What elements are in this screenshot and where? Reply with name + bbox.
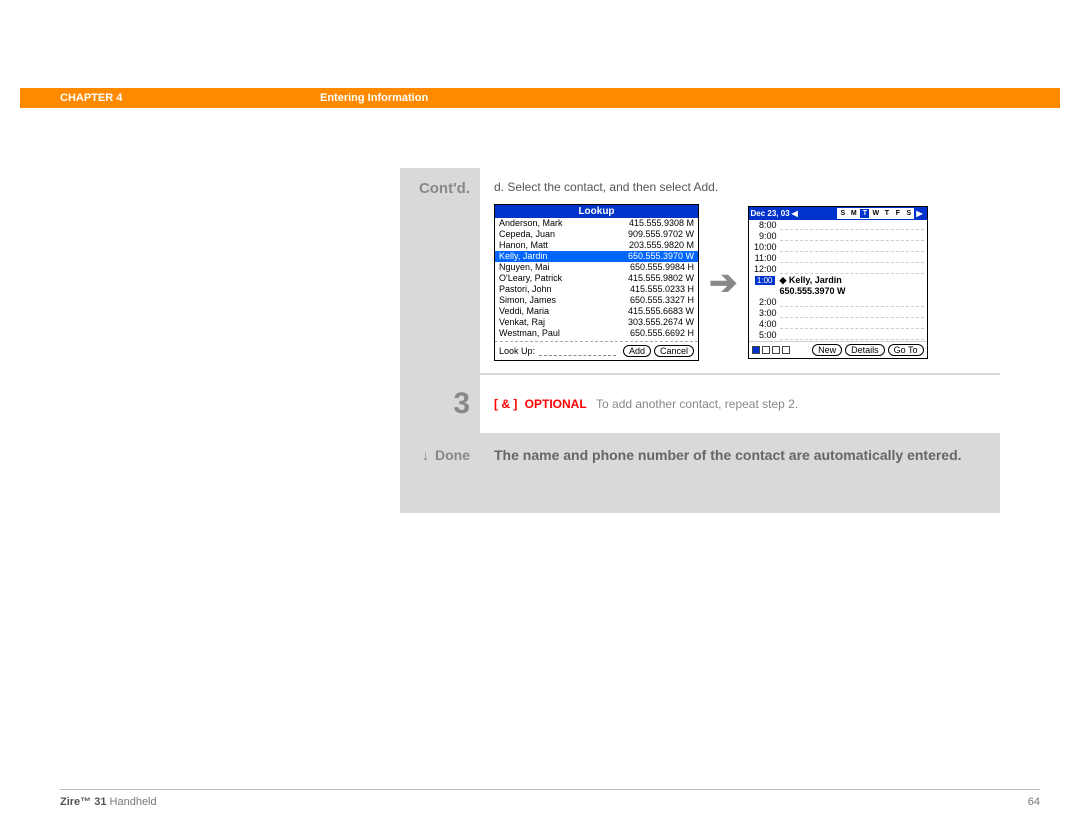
day-cell[interactable]: T: [859, 208, 870, 219]
chapter-label: CHAPTER 4: [60, 92, 320, 104]
done-arrow-icon: ↓: [422, 447, 429, 463]
lookup-input[interactable]: [539, 347, 616, 356]
page-number: 64: [1028, 796, 1040, 808]
calendar-time-row[interactable]: 5:00: [749, 330, 927, 341]
contact-list: Anderson, Mark415.555.9308 MCepeda, Juan…: [495, 218, 698, 339]
step-3-row: 3 [ & ] OPTIONAL To add another contact,…: [400, 375, 1000, 435]
step-3-text: To add another contact, repeat step 2.: [596, 397, 798, 411]
contact-row[interactable]: Pastori, John415.555.0233 H: [495, 284, 698, 295]
optional-label: OPTIONAL: [525, 397, 587, 411]
step-3-body: [ & ] OPTIONAL To add another contact, r…: [480, 375, 1000, 433]
content-panel: Cont'd. d. Select the contact, and then …: [400, 168, 1000, 513]
done-body: The name and phone number of the contact…: [480, 435, 1000, 513]
done-text: The name and phone number of the contact…: [494, 447, 962, 463]
add-button[interactable]: Add: [623, 345, 651, 357]
view-day-icon[interactable]: [752, 346, 760, 354]
calendar-time-row[interactable]: 11:00: [749, 253, 927, 264]
day-cell[interactable]: W: [870, 208, 881, 219]
contd-instruction: d. Select the contact, and then select A…: [494, 180, 986, 194]
calendar-header: Dec 23, 03 ◀ SMTWTFS ▶: [749, 207, 927, 220]
product-name-rest: Handheld: [106, 796, 156, 808]
done-label: Done: [435, 447, 470, 463]
contact-row[interactable]: Venkat, Raj303.555.2674 W: [495, 317, 698, 328]
new-button[interactable]: New: [812, 344, 842, 356]
optional-bracket: [ & ]: [494, 397, 517, 411]
contact-row[interactable]: Kelly, Jardin650.555.3970 W: [495, 251, 698, 262]
contd-body: d. Select the contact, and then select A…: [480, 168, 1000, 373]
calendar-time-row[interactable]: 3:00: [749, 308, 927, 319]
product-name: Zire™ 31 Handheld: [60, 796, 157, 808]
done-row: ↓ Done The name and phone number of the …: [400, 435, 1000, 513]
calendar-date: Dec 23, 03: [751, 209, 790, 218]
day-picker[interactable]: SMTWTFS: [837, 208, 914, 219]
calendar-time-row[interactable]: 12:00: [749, 264, 927, 275]
day-cell[interactable]: S: [837, 208, 848, 219]
contd-label: Cont'd.: [400, 168, 480, 373]
calendar-time-row[interactable]: 1:00◆ Kelly, Jardin: [749, 275, 927, 286]
day-cell[interactable]: F: [892, 208, 903, 219]
day-cell[interactable]: M: [848, 208, 859, 219]
product-name-bold: Zire™ 31: [60, 796, 106, 808]
lookup-screen: Lookup Anderson, Mark415.555.9308 MCeped…: [494, 204, 699, 361]
calendar-screen: Dec 23, 03 ◀ SMTWTFS ▶ 8:009:0010:0011:0…: [748, 206, 928, 359]
view-month-icon[interactable]: [772, 346, 780, 354]
contact-row[interactable]: Simon, James650.555.3327 H: [495, 295, 698, 306]
details-button[interactable]: Details: [845, 344, 885, 356]
contact-row[interactable]: Nguyen, Mai650.555.9984 H: [495, 262, 698, 273]
section-title: Entering Information: [320, 92, 428, 104]
arrow-right-icon: ➔: [709, 263, 738, 303]
page-footer: Zire™ 31 Handheld 64: [60, 789, 1040, 808]
contact-row[interactable]: Anderson, Mark415.555.9308 M: [495, 218, 698, 229]
lookup-footer: Look Up: Add Cancel: [495, 341, 698, 360]
contact-row[interactable]: Cepeda, Juan909.555.9702 W: [495, 229, 698, 240]
view-week-icon[interactable]: [762, 346, 770, 354]
next-week-icon[interactable]: ▶: [914, 209, 924, 218]
contact-row[interactable]: Westman, Paul650.555.6692 H: [495, 328, 698, 339]
calendar-time-row[interactable]: 9:00: [749, 231, 927, 242]
calendar-time-row[interactable]: 4:00: [749, 319, 927, 330]
step-contd-row: Cont'd. d. Select the contact, and then …: [400, 168, 1000, 375]
calendar-footer: New Details Go To: [749, 341, 927, 358]
contact-row[interactable]: O'Leary, Patrick415.555.9802 W: [495, 273, 698, 284]
step-number: 3: [400, 375, 480, 433]
cancel-button[interactable]: Cancel: [654, 345, 694, 357]
calendar-event-detail: 650.555.3970 W: [749, 286, 927, 297]
done-label-cell: ↓ Done: [400, 435, 480, 513]
header-bar: CHAPTER 4 Entering Information: [20, 88, 1060, 108]
view-agenda-icon[interactable]: [782, 346, 790, 354]
calendar-body: 8:009:0010:0011:0012:001:00◆ Kelly, Jard…: [749, 220, 927, 341]
contact-row[interactable]: Hanon, Matt203.555.9820 M: [495, 240, 698, 251]
lookup-field-label: Look Up:: [499, 346, 535, 356]
screenshots-wrapper: Lookup Anderson, Mark415.555.9308 MCeped…: [494, 204, 986, 361]
contact-row[interactable]: Veddi, Maria415.555.6683 W: [495, 306, 698, 317]
calendar-time-row[interactable]: 8:00: [749, 220, 927, 231]
prev-week-icon[interactable]: ◀: [790, 209, 800, 218]
goto-button[interactable]: Go To: [888, 344, 924, 356]
calendar-time-row[interactable]: 10:00: [749, 242, 927, 253]
day-cell[interactable]: S: [903, 208, 914, 219]
lookup-title: Lookup: [495, 205, 698, 218]
calendar-time-row[interactable]: 2:00: [749, 297, 927, 308]
day-cell[interactable]: T: [881, 208, 892, 219]
